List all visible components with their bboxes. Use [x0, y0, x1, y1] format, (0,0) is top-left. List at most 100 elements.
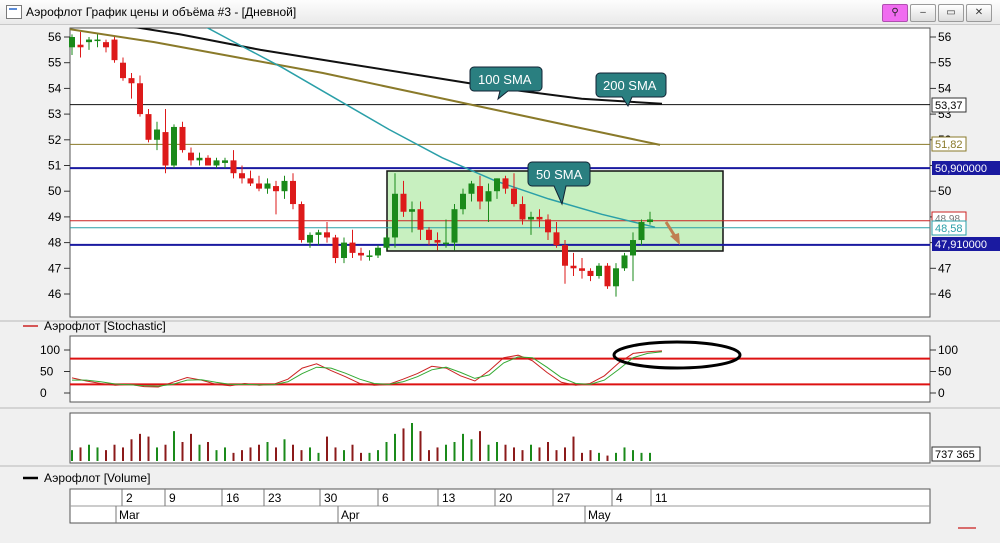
window-title: Аэрофлот График цены и объёма #3 - [Днев…	[26, 5, 297, 19]
candle-body	[502, 178, 509, 189]
minimize-button[interactable]: –	[910, 4, 936, 22]
candle-body	[239, 173, 245, 179]
candle-body	[409, 209, 415, 212]
y-tick-label-right: 56	[938, 30, 952, 44]
candle	[298, 201, 305, 243]
title-bar: Аэрофлот График цены и объёма #3 - [Днев…	[0, 0, 1000, 25]
stoch-tick-label-right: 100	[938, 343, 958, 357]
callout-100-sma-label: 100 SMA	[478, 72, 532, 87]
candle-body	[570, 265, 577, 269]
y-tick-label-left: 53	[48, 107, 62, 121]
candle-body	[621, 255, 628, 269]
candle-body	[443, 242, 449, 245]
y-tick-label-left: 48	[48, 236, 62, 250]
candle-body	[604, 265, 611, 287]
volume-last-value: 737 365	[935, 449, 975, 461]
volume-legend-label: Аэрофлот [Volume]	[44, 471, 150, 485]
candle-body	[332, 237, 339, 259]
candle-body	[222, 160, 228, 163]
y-tick-label-left: 50	[48, 184, 62, 198]
candle-body	[94, 39, 101, 42]
candle	[604, 263, 611, 289]
candle-body	[137, 83, 143, 115]
date-day-label: 11	[655, 491, 668, 505]
stoch-tick-label-right: 0	[938, 386, 945, 400]
candle-body	[647, 219, 653, 223]
label-blue-top: 50,900000	[935, 163, 987, 175]
date-day-label: 20	[499, 491, 513, 505]
candle-body	[196, 157, 203, 161]
candle-body	[349, 242, 356, 253]
y-tick-label-left: 54	[48, 81, 62, 95]
candle-body	[366, 255, 373, 257]
y-tick-label-left: 46	[48, 287, 62, 301]
date-day-label: 30	[324, 491, 338, 505]
candle-body	[86, 39, 92, 43]
candle-body	[494, 178, 500, 192]
label-blue-bottom: 47,910000	[935, 239, 987, 251]
candle-body	[281, 180, 288, 192]
candle-body	[273, 186, 279, 192]
stoch-tick-label-left: 0	[40, 386, 47, 400]
chart-canvas[interactable]: 5656555554545353525251515050494948484747…	[0, 25, 1000, 538]
candle-body	[519, 204, 526, 220]
y-tick-label-left: 51	[48, 159, 62, 173]
callout-200-sma-label: 200 SMA	[603, 78, 657, 93]
y-tick-label-right: 46	[938, 287, 952, 301]
stochastic-legend-label: Аэрофлот [Stochastic]	[44, 319, 166, 333]
date-day-label: 2	[126, 491, 133, 505]
candle-body	[120, 62, 126, 79]
y-tick-label-right: 50	[938, 184, 952, 198]
label-teal-level: 48,58	[935, 223, 963, 235]
candle-body	[103, 42, 109, 48]
candle	[171, 124, 177, 169]
candle-body	[613, 268, 619, 287]
candle-body	[324, 232, 330, 238]
candle-body	[587, 270, 594, 277]
chart-area[interactable]: 5656555554545353525251515050494948484747…	[0, 25, 1000, 538]
date-day-label: 27	[557, 491, 571, 505]
y-tick-label-right: 54	[938, 81, 952, 95]
candle-body	[171, 126, 177, 166]
candle-body	[188, 152, 194, 161]
stochastic-panel[interactable]	[69, 335, 931, 403]
candle-body	[247, 178, 254, 184]
candle-body	[638, 222, 645, 241]
stoch-tick-label-right: 50	[938, 365, 952, 379]
candle-body	[315, 232, 322, 235]
y-tick-label-right: 47	[938, 261, 952, 275]
candle-body	[468, 183, 475, 194]
candle-body	[511, 188, 517, 205]
y-tick-label-left: 55	[48, 56, 62, 70]
y-tick-label-left: 47	[48, 261, 62, 275]
candle-body	[128, 78, 135, 84]
date-day-label: 9	[169, 491, 176, 505]
candle-body	[553, 232, 560, 246]
candle-body	[162, 132, 169, 166]
candle-body	[528, 216, 534, 220]
restore-button[interactable]: ▭	[938, 4, 964, 22]
date-day-label: 13	[442, 491, 456, 505]
candle-body	[451, 209, 458, 243]
candle-body	[341, 242, 347, 259]
candle-body	[154, 129, 160, 140]
candle-body	[434, 240, 441, 243]
pin-icon[interactable]: ⚲	[882, 4, 908, 22]
candle-body	[426, 229, 432, 241]
label-black-level: 53,37	[935, 100, 963, 112]
candle-body	[536, 216, 543, 220]
date-month-label: Mar	[119, 508, 140, 522]
candle-body	[213, 160, 220, 166]
date-day-label: 23	[268, 491, 282, 505]
candle-body	[630, 240, 636, 256]
candle-body	[307, 234, 313, 243]
date-day-label: 6	[382, 491, 389, 505]
stoch-tick-label-left: 100	[40, 343, 60, 357]
stochastic-legend: Аэрофлот [Stochastic]	[23, 319, 166, 333]
candle	[111, 37, 118, 63]
candle-body	[264, 183, 271, 189]
candle-body	[562, 245, 568, 266]
candle-body	[400, 193, 407, 212]
candle-body	[256, 183, 262, 189]
close-button[interactable]: ✕	[966, 4, 992, 22]
